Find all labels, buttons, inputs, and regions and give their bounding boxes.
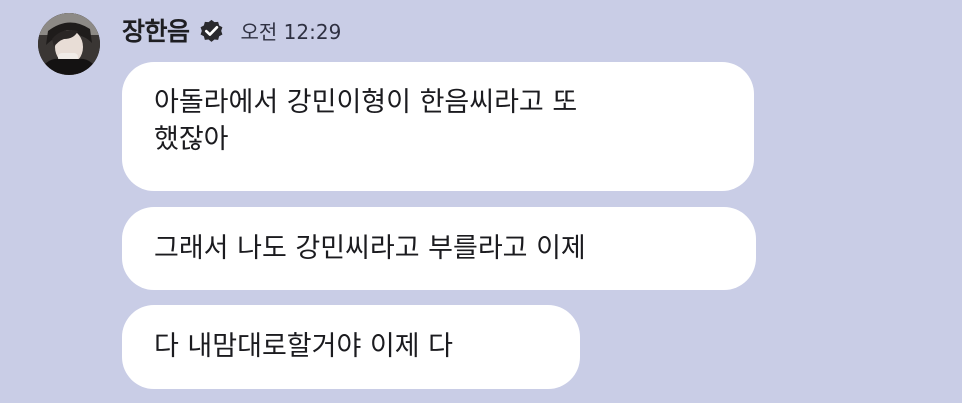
message-timestamp: 오전 12:29 <box>240 19 342 44</box>
message-header: 장한음 오전 12:29 <box>122 12 341 48</box>
avatar-photo <box>38 13 100 75</box>
sender-avatar[interactable] <box>38 13 100 75</box>
message-text-line: 했잖아 <box>154 124 229 155</box>
message-text-line: 아돌라에서 강민이형이 한음씨라고 또 <box>154 87 578 118</box>
message-text-line: 다 내맘대로할거야 이제 다 <box>154 331 453 362</box>
message-bubble[interactable]: 그래서 나도 강민씨라고 부를라고 이제 <box>122 207 756 290</box>
sender-name[interactable]: 장한음 <box>122 12 190 48</box>
message-bubble[interactable]: 다 내맘대로할거야 이제 다 <box>122 305 580 389</box>
message-bubble[interactable]: 아돌라에서 강민이형이 한음씨라고 또 했잖아 <box>122 62 754 191</box>
message-text-line: 그래서 나도 강민씨라고 부를라고 이제 <box>154 233 586 264</box>
verified-badge-icon <box>198 17 225 44</box>
